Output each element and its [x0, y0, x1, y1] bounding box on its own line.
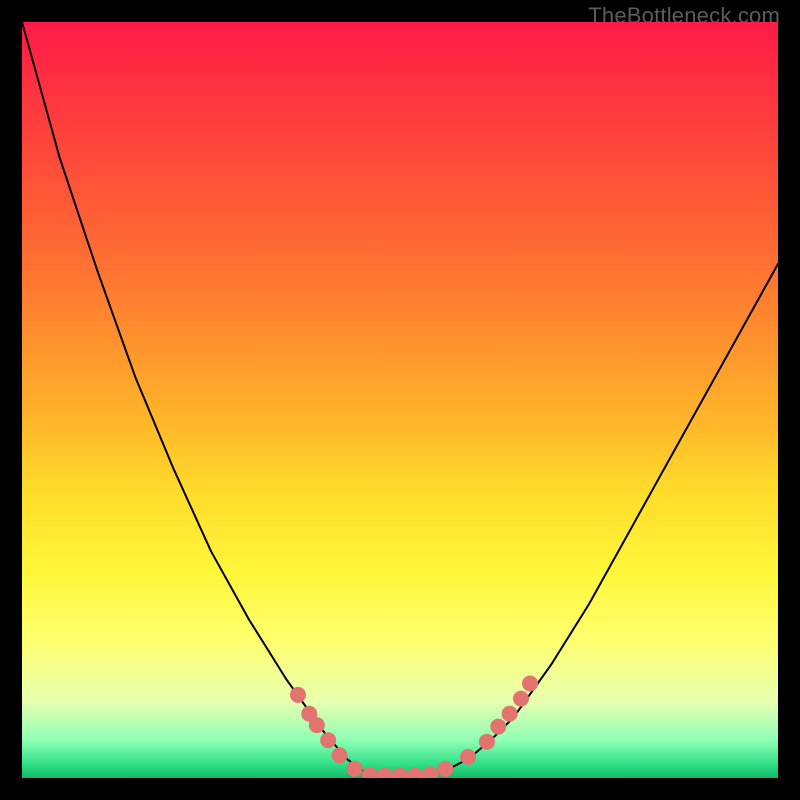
data-point: [407, 768, 423, 778]
data-point: [290, 687, 306, 703]
data-point: [522, 676, 538, 692]
data-point: [362, 767, 378, 778]
data-point: [479, 734, 495, 750]
data-point: [513, 691, 529, 707]
data-point: [332, 747, 348, 763]
data-point: [460, 749, 476, 765]
data-point: [392, 768, 408, 778]
chart-frame: TheBottleneck.com: [0, 0, 800, 800]
curve-path: [22, 22, 778, 776]
data-point: [309, 717, 325, 733]
data-point: [347, 761, 363, 777]
plot-area: [22, 22, 778, 778]
data-point: [377, 768, 393, 778]
chart-canvas: [22, 22, 778, 778]
data-point: [502, 706, 518, 722]
data-point: [490, 719, 506, 735]
data-point: [320, 732, 336, 748]
data-point: [437, 761, 453, 777]
data-point: [422, 766, 438, 778]
